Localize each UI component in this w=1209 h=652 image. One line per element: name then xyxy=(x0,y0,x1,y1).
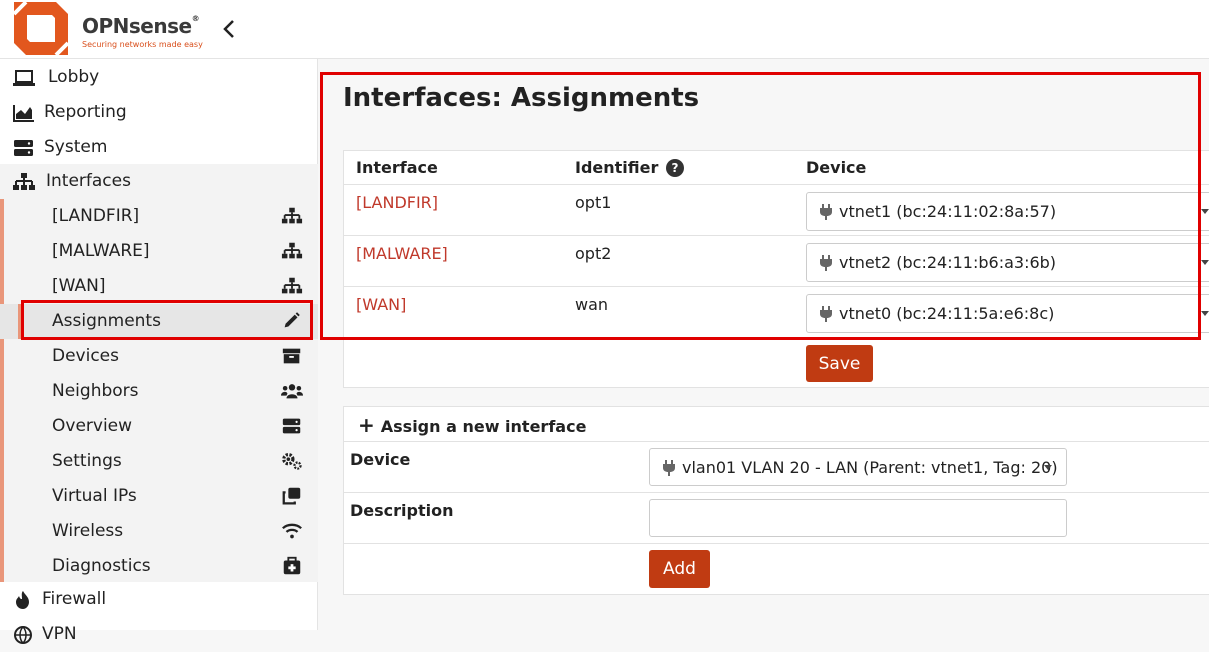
plug-icon xyxy=(820,306,832,322)
description-label: Description xyxy=(350,501,454,520)
top-bar: OPNsense® Securing networks made easy xyxy=(0,0,1209,59)
plus-icon: + xyxy=(358,413,375,437)
sidebar-subitem-overview[interactable]: Overview xyxy=(0,409,318,444)
table-row: [LANDFIR] opt1 vtnet1 (bc:24:11:02:8a:57… xyxy=(343,184,1209,236)
add-button[interactable]: Add xyxy=(649,550,710,588)
sidebar-subitem-wan[interactable]: [WAN] xyxy=(0,269,318,304)
new-device-select-value: vlan01 VLAN 20 - LAN (Parent: vtnet1, Ta… xyxy=(682,458,1058,477)
device-select-malware[interactable]: vtnet2 (bc:24:11:b6:a3:6b) xyxy=(806,243,1209,282)
sitemap-icon xyxy=(281,207,303,224)
help-icon[interactable]: ? xyxy=(665,159,684,177)
sidebar-item-interfaces[interactable]: Interfaces xyxy=(0,164,318,199)
sitemap-icon xyxy=(281,242,303,259)
sidebar-item-label: Reporting xyxy=(44,102,127,122)
sidebar-item-label: System xyxy=(44,137,108,157)
column-header-identifier: Identifier ? xyxy=(575,158,684,177)
device-select-landfir[interactable]: vtnet1 (bc:24:11:02:8a:57) xyxy=(806,192,1209,231)
table-row: [MALWARE] opt2 vtnet2 (bc:24:11:b6:a3:6b… xyxy=(343,235,1209,287)
identifier-cell: opt1 xyxy=(575,193,612,212)
sidebar: Lobby Reporting System Interfaces [LANDF… xyxy=(0,59,318,645)
sidebar-subitem-label: [LANDFIR] xyxy=(52,206,140,226)
device-select-value: vtnet2 (bc:24:11:b6:a3:6b) xyxy=(839,253,1057,272)
sidebar-subitem-label: Devices xyxy=(52,346,119,366)
plug-icon xyxy=(820,255,832,271)
device-select-value: vtnet0 (bc:24:11:5a:e6:8c) xyxy=(839,304,1055,323)
laptop-icon xyxy=(13,70,35,86)
sidebar-subitem-label: Neighbors xyxy=(52,381,139,401)
sidebar-item-reporting[interactable]: Reporting xyxy=(0,95,318,130)
interface-link-malware[interactable]: [MALWARE] xyxy=(356,244,448,263)
sidebar-subitem-wireless[interactable]: Wireless xyxy=(0,514,318,549)
divider xyxy=(343,441,1209,442)
new-device-select[interactable]: vlan01 VLAN 20 - LAN (Parent: vtnet1, Ta… xyxy=(649,448,1067,486)
users-icon xyxy=(281,384,303,399)
page-title: Interfaces: Assignments xyxy=(343,83,700,113)
sidebar-item-label: Firewall xyxy=(42,589,107,609)
sidebar-subitem-landfir[interactable]: [LANDFIR] xyxy=(0,199,318,234)
sidebar-item-system[interactable]: System xyxy=(0,130,318,165)
sidebar-subitem-label: [MALWARE] xyxy=(52,241,150,261)
interface-link-landfir[interactable]: [LANDFIR] xyxy=(356,193,438,212)
server-icon xyxy=(14,140,33,156)
sidebar-subitem-devices[interactable]: Devices xyxy=(0,339,318,374)
clone-icon xyxy=(282,487,301,505)
sidebar-subitem-label: Wireless xyxy=(52,521,124,541)
sitemap-icon xyxy=(281,277,303,294)
cogs-icon xyxy=(282,452,302,470)
sidebar-subitem-malware[interactable]: [MALWARE] xyxy=(0,234,318,269)
device-select-wan[interactable]: vtnet0 (bc:24:11:5a:e6:8c) xyxy=(806,294,1209,333)
identifier-cell: wan xyxy=(575,295,609,314)
caret-down-icon xyxy=(1044,465,1052,470)
divider xyxy=(343,492,1209,493)
save-button[interactable]: Save xyxy=(806,345,873,382)
chevron-left-icon[interactable] xyxy=(220,18,238,40)
sitemap-icon xyxy=(13,173,35,190)
sidebar-subitem-label: Settings xyxy=(52,451,122,471)
plug-icon xyxy=(663,460,675,476)
caret-down-icon xyxy=(1201,209,1209,214)
sidebar-subitem-virtual-ips[interactable]: Virtual IPs xyxy=(0,479,318,514)
archive-icon xyxy=(282,348,301,364)
area-chart-icon xyxy=(13,105,34,122)
assign-new-heading: + Assign a new interface xyxy=(358,413,587,437)
sidebar-item-label: Interfaces xyxy=(46,171,131,191)
sidebar-item-label: VPN xyxy=(42,624,77,644)
identifier-cell: opt2 xyxy=(575,244,612,263)
sidebar-item-firewall[interactable]: Firewall xyxy=(0,582,318,617)
device-label: Device xyxy=(350,450,411,469)
description-input[interactable] xyxy=(649,499,1067,537)
pencil-icon xyxy=(284,312,300,328)
brand-name: OPNsense® xyxy=(82,14,200,38)
sidebar-subitem-label: Overview xyxy=(52,416,133,436)
sidebar-subitem-label: [WAN] xyxy=(52,276,106,296)
brand-tagline: Securing networks made easy xyxy=(82,40,203,49)
caret-down-icon xyxy=(1201,260,1209,265)
table-row: [WAN] wan vtnet0 (bc:24:11:5a:e6:8c) xyxy=(343,286,1209,338)
divider xyxy=(343,543,1209,544)
fire-icon xyxy=(16,591,29,609)
server-icon xyxy=(282,418,301,434)
sidebar-item-vpn[interactable]: VPN xyxy=(0,617,318,652)
plug-icon xyxy=(820,204,832,220)
interface-link-wan[interactable]: [WAN] xyxy=(356,295,406,314)
wifi-icon xyxy=(282,523,302,539)
sidebar-item-lobby[interactable]: Lobby xyxy=(0,60,318,95)
sidebar-subitem-assignments[interactable]: Assignments xyxy=(0,304,318,339)
medkit-icon xyxy=(283,556,301,575)
column-header-device: Device xyxy=(806,158,867,177)
device-select-value: vtnet1 (bc:24:11:02:8a:57) xyxy=(839,202,1057,221)
sidebar-item-label: Lobby xyxy=(48,67,100,87)
sidebar-subitem-label: Virtual IPs xyxy=(52,486,137,506)
globe-icon xyxy=(14,626,32,645)
sidebar-subitem-neighbors[interactable]: Neighbors xyxy=(0,374,318,409)
active-indicator xyxy=(18,304,22,339)
opnsense-logo[interactable] xyxy=(12,0,70,57)
column-header-interface: Interface xyxy=(356,158,438,177)
caret-down-icon xyxy=(1201,311,1209,316)
sidebar-subitem-label: Assignments xyxy=(52,311,161,331)
sidebar-subitem-settings[interactable]: Settings xyxy=(0,444,318,479)
sidebar-subitem-label: Diagnostics xyxy=(52,556,151,576)
sidebar-subitem-diagnostics[interactable]: Diagnostics xyxy=(0,549,318,584)
